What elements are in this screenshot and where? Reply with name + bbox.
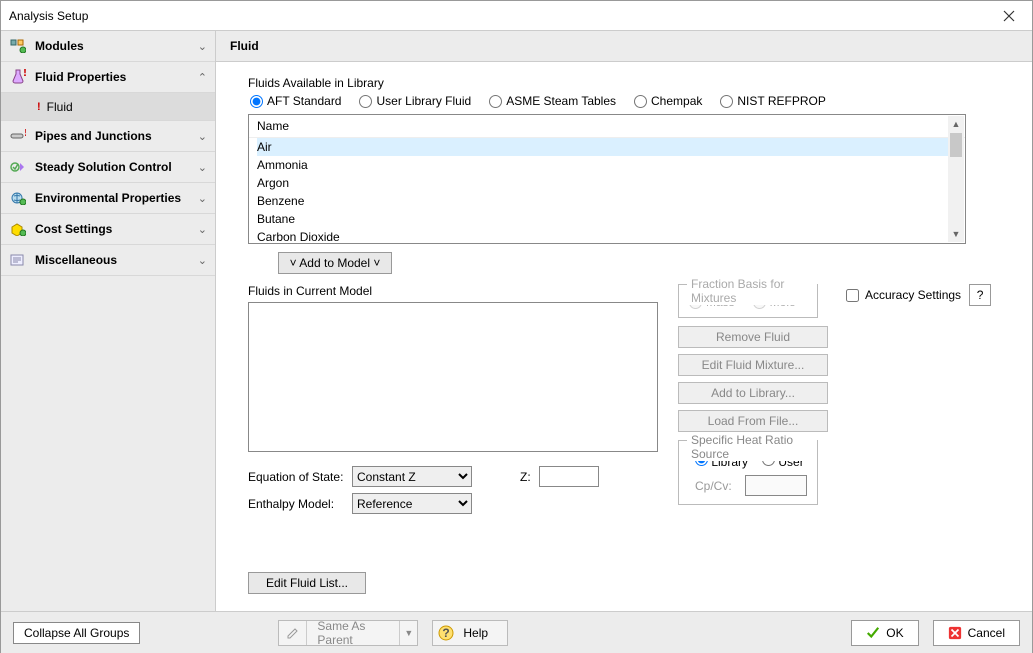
- scroll-thumb[interactable]: [950, 133, 962, 157]
- edit-mixture-button: Edit Fluid Mixture...: [678, 354, 828, 376]
- list-item[interactable]: Ammonia: [257, 156, 957, 174]
- ok-button[interactable]: OK: [851, 620, 918, 646]
- chevron-down-icon: ▼: [399, 621, 417, 645]
- fraction-basis-group: Fraction Basis for Mixtures Mass Mole: [678, 284, 818, 318]
- list-item[interactable]: Argon: [257, 174, 957, 192]
- remove-fluid-button: Remove Fluid: [678, 326, 828, 348]
- load-from-file-button: Load From File...: [678, 410, 828, 432]
- sidebar-group-misc[interactable]: Miscellaneous ⌄: [1, 245, 215, 276]
- svg-text:?: ?: [443, 626, 450, 640]
- sidebar-item-fluid[interactable]: ! Fluid: [1, 93, 215, 121]
- alert-icon: !: [37, 101, 41, 113]
- enthalpy-select[interactable]: Reference: [352, 493, 472, 514]
- steady-icon: [9, 159, 27, 175]
- sidebar-group-env[interactable]: Environmental Properties ⌄: [1, 183, 215, 214]
- help-icon: ?: [433, 625, 459, 641]
- enthalpy-label: Enthalpy Model:: [248, 497, 344, 511]
- panel-heading: Fluid: [216, 31, 1032, 62]
- sidebar: Modules ⌄ ! Fluid Properties ⌃ ! Fluid !…: [1, 31, 216, 611]
- sidebar-group-modules[interactable]: Modules ⌄: [1, 31, 215, 62]
- edit-fluid-list-button[interactable]: Edit Fluid List...: [248, 572, 366, 594]
- equation-state-select[interactable]: Constant Z: [352, 466, 472, 487]
- accuracy-checkbox[interactable]: Accuracy Settings: [846, 288, 961, 302]
- close-icon: [1003, 10, 1015, 22]
- list-item[interactable]: Butane: [257, 210, 957, 228]
- collapse-all-button[interactable]: Collapse All Groups: [13, 622, 140, 644]
- svg-text:!: !: [23, 69, 26, 79]
- footer-help-button[interactable]: ? Help: [432, 620, 508, 646]
- list-item[interactable]: Carbon Dioxide: [257, 228, 957, 244]
- modules-icon: [9, 38, 27, 54]
- library-source-radios: AFT Standard User Library Fluid ASME Ste…: [250, 94, 1014, 108]
- specific-heat-group: Specific Heat Ratio Source Library User …: [678, 440, 818, 505]
- cost-icon: [9, 221, 27, 237]
- close-button[interactable]: [986, 1, 1032, 31]
- pipes-icon: !: [9, 128, 27, 144]
- sidebar-group-fluid-properties[interactable]: ! Fluid Properties ⌃: [1, 62, 215, 93]
- list-item[interactable]: Benzene: [257, 192, 957, 210]
- radio-nist[interactable]: NIST REFPROP: [720, 94, 825, 108]
- chevron-down-icon: ⌄: [198, 223, 207, 236]
- current-fluids-listbox[interactable]: [248, 302, 658, 452]
- list-column-header: Name: [249, 115, 965, 138]
- sidebar-group-steady[interactable]: Steady Solution Control ⌄: [1, 152, 215, 183]
- svg-text:!: !: [24, 129, 26, 139]
- scroll-up-icon[interactable]: ▲: [948, 116, 964, 132]
- chevron-down-icon: ⌄: [198, 161, 207, 174]
- add-to-model-button[interactable]: ˅ Add to Model ˅: [278, 252, 392, 274]
- help-button[interactable]: ?: [969, 284, 991, 306]
- chevron-down-icon: ⌄: [198, 40, 207, 53]
- chevron-down-icon: ⌄: [198, 254, 207, 267]
- equation-state-label: Equation of State:: [248, 470, 344, 484]
- library-label: Fluids Available in Library: [248, 76, 1014, 90]
- current-model-label: Fluids in Current Model: [248, 284, 658, 298]
- window-title: Analysis Setup: [9, 9, 986, 23]
- flask-icon: !: [9, 69, 27, 85]
- radio-user-library[interactable]: User Library Fluid: [359, 94, 471, 108]
- check-icon: [866, 626, 880, 640]
- sidebar-group-cost[interactable]: Cost Settings ⌄: [1, 214, 215, 245]
- radio-aft-standard[interactable]: AFT Standard: [250, 94, 341, 108]
- cpcv-label: Cp/Cv:: [695, 479, 739, 493]
- chevron-down-icon: ⌄: [198, 192, 207, 205]
- cancel-icon: [948, 626, 962, 640]
- chevron-down-icon: ⌄: [198, 130, 207, 143]
- env-icon: [9, 190, 27, 206]
- misc-icon: [9, 252, 27, 268]
- cpcv-input: [745, 475, 807, 496]
- chevron-up-icon: ⌃: [198, 71, 207, 84]
- add-to-library-button: Add to Library...: [678, 382, 828, 404]
- sidebar-group-pipes[interactable]: ! Pipes and Junctions ⌄: [1, 121, 215, 152]
- same-as-parent-dropdown[interactable]: Same As Parent ▼: [278, 620, 418, 646]
- z-label: Z:: [520, 470, 531, 484]
- list-item[interactable]: Air: [257, 138, 957, 156]
- radio-asme[interactable]: ASME Steam Tables: [489, 94, 616, 108]
- scroll-down-icon[interactable]: ▼: [948, 226, 964, 242]
- cancel-button[interactable]: Cancel: [933, 620, 1020, 646]
- edit-icon: [279, 621, 307, 645]
- scrollbar[interactable]: ▲ ▼: [948, 116, 964, 242]
- fluids-listbox[interactable]: Name Air Ammonia Argon Benzene Butane Ca…: [248, 114, 966, 244]
- z-input[interactable]: [539, 466, 599, 487]
- radio-chempak[interactable]: Chempak: [634, 94, 702, 108]
